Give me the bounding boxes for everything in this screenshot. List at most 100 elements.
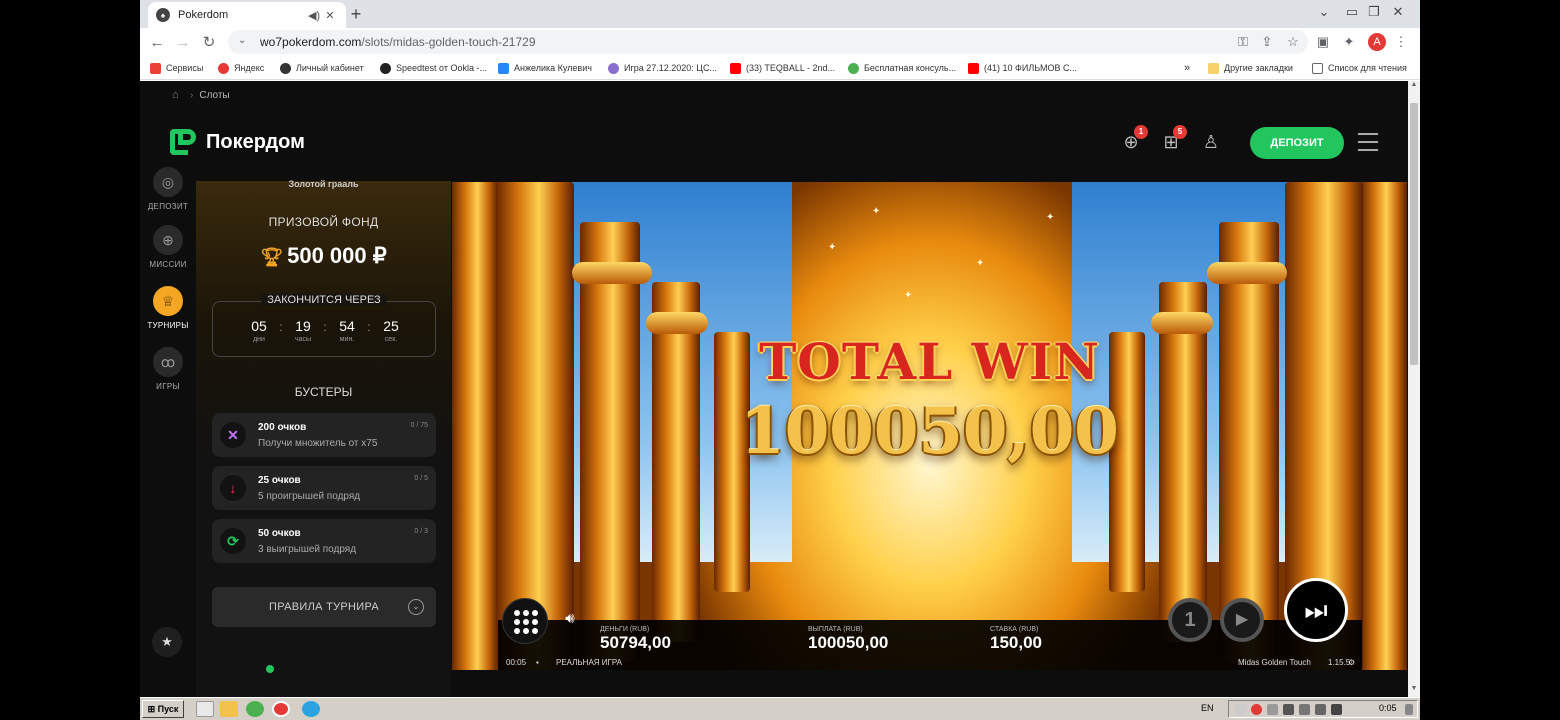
reading-list[interactable]: Список для чтения [1312,60,1407,76]
bookmarks-more-icon[interactable]: » [1184,60,1190,76]
reload-icon[interactable]: ↻ [196,33,222,51]
wallet-icon: ◎ [153,167,183,197]
browser-tab[interactable]: ♠ Pokerdom ◀) ✕ [148,2,346,28]
show-desktop-icon[interactable] [1405,704,1413,715]
column-capital [1207,262,1287,284]
other-bookmarks[interactable]: Другие закладки [1208,60,1293,76]
boosters-label: БУСТЕРЫ [294,385,353,399]
deposit-button[interactable]: ДЕПОЗИТ [1250,127,1344,159]
site-header: Покердом ⊕ 1 ⊞ 5 ♙ ДЕПОЗИТ [140,105,1408,181]
slot-game-canvas[interactable]: ✦ ✦ ✦ ✦ ✦ TOTAL WIN 100050,00 ДЕНЬГИ (RU… [452,182,1407,670]
tournament-rules-button[interactable]: ПРАВИЛА ТУРНИРА ⌄ [212,587,436,627]
sound-icon[interactable]: 🔊︎ [558,607,582,631]
bookmark-item[interactable]: (33) TEQBALL - 2nd... [730,60,835,76]
forward-icon[interactable]: → [170,34,196,51]
check-icon [848,62,859,74]
page-scrollbar[interactable]: ▲ ▼ [1408,81,1420,697]
new-tab-icon[interactable]: + [346,4,366,24]
restore-icon[interactable]: ❐ [1366,4,1382,20]
arrow-down-icon: ↓ [220,475,246,501]
tray-volume-icon[interactable] [1315,704,1326,715]
profile-avatar[interactable]: A [1368,33,1386,51]
tray-app-icon[interactable] [1331,704,1342,715]
url-text: wo7pokerdom.com/slots/midas-golden-touch… [260,35,536,49]
address-bar[interactable]: ⌄ wo7pokerdom.com/slots/midas-golden-tou… [228,30,1308,54]
scroll-thumb[interactable] [1410,103,1418,365]
share-icon[interactable]: ⇪ [1258,33,1276,51]
tray-app-icon[interactable] [1251,704,1262,715]
tray-app-icon[interactable] [1299,704,1310,715]
screen: ♠ Pokerdom ◀) ✕ + ⌄ ▭ ❐ ✕ ← → ↻ ⌄ wo7pok… [0,0,1560,720]
tray-network-icon[interactable] [1283,704,1294,715]
bookmark-item[interactable]: Личный кабинет [280,60,364,76]
tab-close-icon[interactable]: ✕ [322,9,338,22]
desktop-icon[interactable] [196,701,214,717]
start-button[interactable]: ⊞ Пуск [142,700,184,718]
speedtest-icon [380,62,391,74]
bookmark-item[interactable]: Сервисы [150,60,203,76]
hamburger-menu-icon[interactable] [1358,133,1378,151]
total-win-title: TOTAL WIN [759,332,1100,391]
tab-audio-icon[interactable]: ◀) [306,9,322,22]
booster-card[interactable]: ⟳ 50 очков 3 выигрышей подряд 0 / 3 [212,519,436,563]
countdown-hours: 19 часы [294,318,312,343]
puzzle-icon[interactable]: ✦ [1340,33,1358,51]
game-mode: РЕАЛЬНАЯ ИГРА [556,658,623,667]
back-icon[interactable]: ← [144,34,170,51]
tray-up-icon[interactable] [1235,704,1246,715]
nav-label: ДЕПОЗИТ [147,202,189,211]
chrome-active-icon[interactable] [272,701,290,717]
game-menu-button[interactable] [502,598,548,644]
extension-icon[interactable]: ▣ [1314,33,1332,51]
countdown-separator: : [323,320,327,334]
sparkle-icon: ✦ [1046,212,1055,223]
quick-spin-icon[interactable]: ▶ [1220,598,1264,642]
bookmark-item[interactable]: (41) 10 ФИЛЬМОВ С... [968,60,1077,76]
autoplay-button[interactable]: 1 [1168,598,1212,642]
minimize-icon[interactable]: ▭ [1344,4,1360,20]
trophy-icon: ♕ [153,286,183,316]
booster-card[interactable]: ✕ 200 очков Получи множитель от x75 0 / … [212,413,436,457]
user-profile-icon[interactable]: ♙ [1198,129,1224,155]
language-indicator[interactable]: EN [1201,703,1214,713]
countdown-box: ЗАКОНЧИТСЯ ЧЕРЕЗ 05 дни : 19 часы : 54 мин.… [212,294,436,357]
favorites-star-icon[interactable]: ★ [152,627,182,657]
nav-item-tournaments[interactable]: ♕ ТУРНИРЫ [140,286,196,330]
breadcrumb-slots[interactable]: Слоты [199,90,229,101]
bookmark-star-icon[interactable]: ☆ [1284,33,1302,51]
bookmark-item[interactable]: Бесплатная консуль... [848,60,956,76]
bookmark-item[interactable]: Игра 27.12.2020: ЦС... [608,60,717,76]
home-icon[interactable]: ⌂ [172,89,184,101]
booster-points: 200 очков [258,422,307,433]
bookmark-item[interactable]: Анжелика Кулевич [498,60,592,76]
chrome-icon[interactable] [246,701,264,717]
scroll-down-icon[interactable]: ▼ [1408,685,1420,697]
nav-label: ТУРНИРЫ [147,321,189,330]
tournament-panel: Золотой грааль ПРИЗОВОЙ ФОНД 🏆︎ 500 000 ₽… [196,179,451,697]
key-icon[interactable]: ⚿ [1234,33,1252,51]
bookmark-item[interactable]: Speedtest от Ookla -... [380,60,487,76]
booster-description: 3 выигрышей подряд [258,544,357,555]
nav-item-missions[interactable]: ⊕ МИССИИ [140,225,196,269]
spin-play-icon[interactable]: ⏭︎ [1284,578,1348,642]
explorer-icon[interactable] [220,701,238,717]
more-menu-icon[interactable]: ⋮ [1392,33,1410,51]
tab-search-icon[interactable]: ⌄ [1316,4,1332,20]
tray-app-icon[interactable] [1267,704,1278,715]
telegram-icon[interactable] [302,701,320,717]
prize-trophy-icon: 🏆︎ [260,247,284,267]
bookmark-item[interactable]: Яндекс [218,60,264,76]
clock: 0:05 [1379,703,1397,713]
prize-fund-value: 🏆︎ 500 000 ₽ [260,243,387,268]
nav-item-games[interactable]: ꝏ ИГРЫ [140,347,196,391]
nav-item-deposit[interactable]: ◎ ДЕПОЗИТ [140,167,196,211]
settings-gear-icon[interactable]: ⚙ [1348,658,1355,667]
nav-label: ИГРЫ [156,382,180,391]
site-logo[interactable]: Покердом [170,129,305,155]
logo-text: Покердом [206,130,305,153]
site-info-icon[interactable]: ⌄ [238,35,252,49]
scroll-up-icon[interactable]: ▲ [1408,81,1420,93]
booster-card[interactable]: ↓ 25 очков 5 проигрышей подряд 0 / 5 [212,466,436,510]
column-capital [572,262,652,284]
close-window-icon[interactable]: ✕ [1390,4,1406,20]
